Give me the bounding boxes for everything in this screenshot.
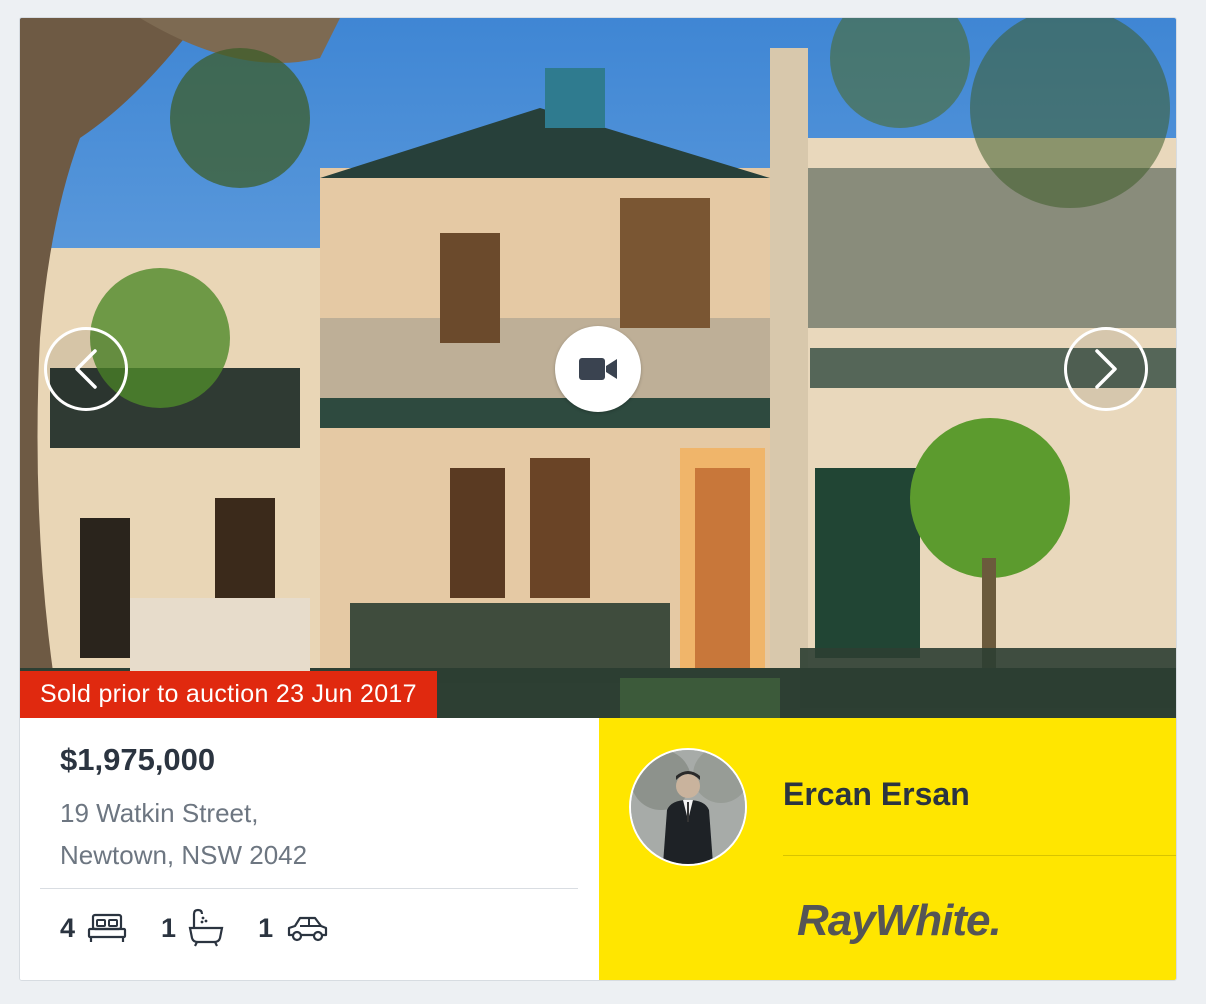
next-photo-button[interactable] — [1064, 327, 1148, 411]
divider — [40, 888, 578, 889]
listing-price: $1,975,000 — [60, 742, 216, 777]
video-camera-icon — [579, 358, 617, 380]
listing-info[interactable]: $1,975,000 19 Watkin Street, Newtown, NS… — [20, 718, 599, 980]
bed-icon — [87, 913, 127, 942]
agent-avatar[interactable] — [629, 748, 747, 866]
agency-logo[interactable]: RayWhite. — [797, 896, 1002, 946]
property-photo[interactable]: Sold prior to auction 23 Jun 2017 — [20, 18, 1176, 718]
bedrooms-count: 4 — [60, 912, 76, 943]
bathrooms-count: 1 — [161, 912, 177, 943]
chevron-right-icon — [1095, 349, 1117, 389]
parking-count: 1 — [258, 912, 274, 943]
listing-card[interactable]: Sold prior to auction 23 Jun 2017 $1,975… — [19, 17, 1177, 981]
prev-photo-button[interactable] — [44, 327, 128, 411]
bedrooms-feature: 4 — [60, 912, 127, 944]
address-suburb: Newtown, NSW 2042 — [60, 840, 308, 870]
address-street: 19 Watkin Street, — [60, 798, 259, 828]
sold-status-badge: Sold prior to auction 23 Jun 2017 — [20, 671, 437, 718]
property-features: 4 1 1 — [60, 908, 363, 948]
agent-divider — [783, 855, 1176, 856]
car-icon — [287, 916, 328, 942]
video-button[interactable] — [555, 326, 641, 412]
bath-icon — [188, 908, 224, 947]
bathrooms-feature: 1 — [161, 908, 224, 948]
agent-photo — [631, 750, 745, 864]
parking-feature: 1 — [258, 913, 329, 944]
agent-panel[interactable]: Ercan Ersan RayWhite. — [599, 718, 1176, 980]
chevron-left-icon — [75, 349, 97, 389]
agent-name[interactable]: Ercan Ersan — [783, 776, 970, 813]
